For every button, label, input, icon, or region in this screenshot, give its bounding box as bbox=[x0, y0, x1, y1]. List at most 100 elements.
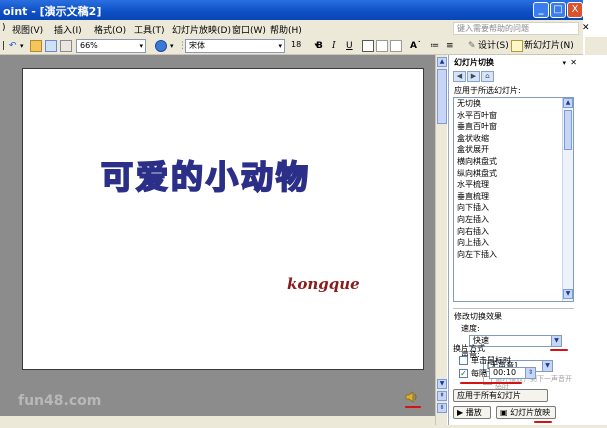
list-scroll-up-icon[interactable]: ▲ bbox=[563, 98, 573, 108]
design-icon[interactable]: ✎ bbox=[468, 39, 476, 53]
slide-subtitle[interactable]: kongque bbox=[287, 275, 360, 293]
table-icon[interactable] bbox=[45, 40, 57, 52]
scroll-thumb[interactable] bbox=[437, 69, 447, 124]
new-slide-icon[interactable] bbox=[511, 40, 523, 52]
align-right-icon[interactable] bbox=[390, 40, 402, 52]
close-doc-icon[interactable]: ✕ bbox=[582, 23, 590, 33]
bullets-icon[interactable]: ≔ bbox=[430, 39, 439, 53]
menu-item-window[interactable]: 窗口(W) bbox=[232, 23, 266, 36]
home-icon[interactable]: ⌂ bbox=[481, 71, 494, 82]
slideshow-button[interactable]: ▣ 幻灯片放映 bbox=[496, 406, 556, 419]
pane-title: 幻灯片切换 bbox=[454, 58, 494, 67]
workspace-scrollbar[interactable]: ▲ ▼ ⇞ ⇟ bbox=[435, 55, 447, 425]
design-button[interactable]: 设计(S) bbox=[478, 39, 509, 53]
list-item[interactable]: 横向棋盘式 bbox=[454, 156, 573, 168]
every-checkbox[interactable]: ✓ bbox=[459, 369, 468, 378]
watermark: fun48.com bbox=[18, 393, 102, 409]
list-scroll-down-icon[interactable]: ▼ bbox=[563, 289, 573, 299]
list-scroll-thumb[interactable] bbox=[564, 110, 572, 150]
slide-canvas[interactable]: 可爱的小动物 kongque bbox=[22, 68, 424, 370]
list-item[interactable]: 无切换 bbox=[454, 98, 573, 110]
toolbar: | ↶ ▾ 66% ▾ ▾ ⋮ 宋体 ▾ 18 ▾ B I U A˙ ≔ ≡ ✎… bbox=[0, 37, 583, 55]
font-value: 宋体 bbox=[189, 41, 205, 50]
menu-item-help[interactable]: 帮助(H) bbox=[270, 23, 302, 36]
every-label: 每隔 bbox=[471, 369, 487, 378]
back-icon[interactable]: ◀ bbox=[453, 71, 466, 82]
pane-close-icon[interactable]: ✕ bbox=[570, 57, 577, 69]
font-grow-icon[interactable]: A˙ bbox=[410, 39, 421, 53]
align-center-icon[interactable] bbox=[376, 40, 388, 52]
list-item[interactable]: 水平梳理 bbox=[454, 179, 573, 191]
chevron-down-icon: ▼ bbox=[542, 361, 552, 371]
every-time-spinner[interactable]: 00:10 ⇕ bbox=[489, 367, 536, 379]
numbering-icon[interactable]: ≡ bbox=[446, 39, 454, 53]
zoom-select[interactable]: 66% ▾ bbox=[76, 39, 146, 53]
slideshow-label: 幻灯片放映 bbox=[510, 408, 551, 417]
menu-item-view[interactable]: 视图(V) bbox=[12, 23, 43, 36]
font-select[interactable]: 宋体 ▾ bbox=[185, 39, 285, 53]
play-icon: ▶ bbox=[457, 408, 466, 417]
italic-button[interactable]: I bbox=[332, 39, 336, 53]
red-annotation-mark bbox=[534, 421, 552, 423]
list-item[interactable]: 向左插入 bbox=[454, 214, 573, 226]
apply-all-button[interactable]: 应用于所有幻灯片 bbox=[453, 389, 548, 402]
minimize-button[interactable]: _ bbox=[533, 2, 549, 18]
scroll-down-icon[interactable]: ▼ bbox=[437, 379, 447, 389]
list-item[interactable]: 向左下插入 bbox=[454, 249, 573, 261]
chevron-down-icon: ▾ bbox=[139, 42, 143, 50]
slide-title[interactable]: 可爱的小动物 bbox=[100, 152, 311, 198]
chart-icon[interactable] bbox=[30, 40, 42, 52]
sound-icon[interactable] bbox=[405, 390, 419, 404]
list-item[interactable]: 水平百叶窗 bbox=[454, 110, 573, 122]
forward-icon[interactable]: ▶ bbox=[467, 71, 480, 82]
title-bar: oint - [演示文稿2] _ □ bbox=[0, 0, 583, 20]
zoom-value: 66% bbox=[80, 41, 98, 50]
list-item[interactable]: 向上插入 bbox=[454, 237, 573, 249]
red-annotation-mark bbox=[550, 349, 568, 351]
on-click-checkbox[interactable] bbox=[459, 356, 468, 365]
pane-header: 幻灯片切换 ▾ ✕ bbox=[449, 57, 580, 69]
list-item[interactable]: 向右插入 bbox=[454, 226, 573, 238]
maximize-button[interactable]: □ bbox=[550, 2, 566, 18]
next-slide-icon[interactable]: ⇟ bbox=[437, 403, 447, 413]
list-item[interactable]: 垂直梳理 bbox=[454, 191, 573, 203]
scroll-up-icon[interactable]: ▲ bbox=[437, 57, 447, 67]
slideshow-icon: ▣ bbox=[500, 408, 511, 417]
menu-item-format[interactable]: 格式(O) bbox=[94, 23, 126, 36]
toolbar-options-icon[interactable]: ▾ bbox=[170, 39, 174, 53]
apply-to-selected-label: 应用于所选幻灯片: bbox=[454, 86, 521, 95]
spin-icon[interactable]: ⇕ bbox=[525, 368, 535, 378]
undo-icon[interactable]: ↶ bbox=[9, 39, 17, 53]
list-item[interactable]: 纵向棋盘式 bbox=[454, 168, 573, 180]
toolbar-handle-icon: | bbox=[2, 41, 6, 51]
divider bbox=[453, 308, 574, 309]
close-button[interactable]: X bbox=[567, 2, 583, 18]
underline-button[interactable]: U bbox=[346, 39, 353, 53]
pane-menu-icon[interactable]: ▾ bbox=[562, 57, 566, 69]
window-title: oint - [演示文稿2] bbox=[3, 5, 102, 18]
toolbar-overflow bbox=[585, 37, 607, 55]
advance-heading: 换片方式 bbox=[453, 344, 485, 353]
menu-item-insert[interactable]: 插入(I) bbox=[54, 23, 82, 36]
menu-item-tools[interactable]: 工具(T) bbox=[134, 23, 165, 36]
speed-label: 速度: bbox=[461, 324, 480, 333]
list-scrollbar[interactable]: ▲ ▼ bbox=[562, 98, 573, 301]
menu-item-close-doc-icon[interactable]: ) bbox=[2, 23, 6, 33]
font-size-value: 18 bbox=[291, 40, 302, 49]
list-item[interactable]: 向下插入 bbox=[454, 202, 573, 214]
help-search-input[interactable]: 键入需要帮助的问题 bbox=[453, 22, 579, 35]
play-button[interactable]: ▶ 播放 bbox=[453, 406, 491, 419]
play-label: 播放 bbox=[465, 408, 482, 417]
new-slide-button[interactable]: 新幻灯片(N) bbox=[524, 39, 574, 53]
align-left-icon[interactable] bbox=[362, 40, 374, 52]
list-item[interactable]: 垂直百叶窗 bbox=[454, 121, 573, 133]
transition-list[interactable]: 无切换 水平百叶窗 垂直百叶窗 盒状收缩 盒状展开 横向棋盘式 纵向棋盘式 水平… bbox=[453, 97, 574, 302]
help-icon[interactable] bbox=[155, 40, 167, 52]
prev-slide-icon[interactable]: ⇞ bbox=[437, 391, 447, 401]
list-item[interactable]: 盒状收缩 bbox=[454, 133, 573, 145]
list-item[interactable]: 盒状展开 bbox=[454, 144, 573, 156]
menu-item-slideshow[interactable]: 幻灯片放映(D) bbox=[172, 23, 231, 36]
columns-icon[interactable] bbox=[60, 40, 72, 52]
undo-dropdown-icon[interactable]: ▾ bbox=[20, 39, 24, 53]
bold-button[interactable]: B bbox=[316, 39, 323, 53]
